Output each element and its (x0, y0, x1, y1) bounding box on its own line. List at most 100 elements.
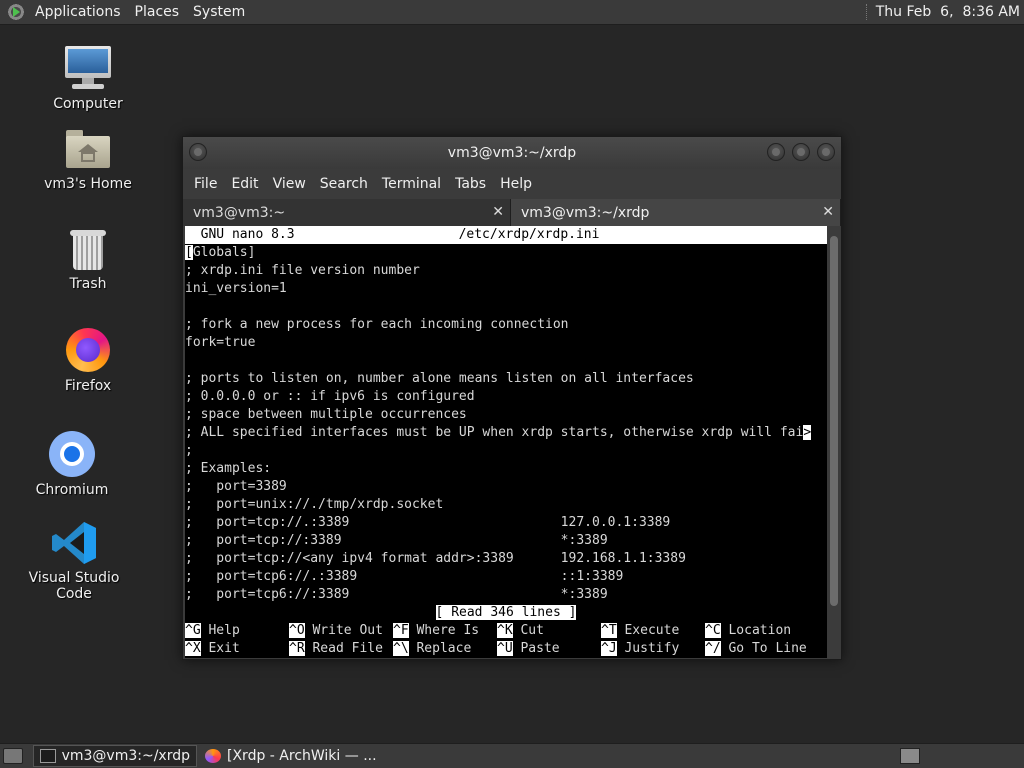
editor-line: ; ports to listen on, number alone means… (185, 370, 827, 388)
editor-line-text: ; fork a new process for each incoming c… (185, 317, 569, 332)
distro-logo-icon[interactable] (6, 2, 26, 22)
firefox-icon (64, 326, 112, 374)
editor-line: [Globals] (185, 244, 827, 262)
editor-line: ; ALL specified interfaces must be UP wh… (185, 424, 827, 442)
bottom-panel: vm3@vm3:~/xrdp [Xrdp - ArchWiki — ... (0, 743, 1024, 768)
shortcut-label: Where Is (416, 623, 480, 638)
nano-filename: /etc/xrdp/xrdp.ini (458, 227, 600, 242)
menu-help[interactable]: Help (493, 176, 539, 192)
shortcut-row: ^G Help ^O Write Out ^F Where Is ^K Cut ^T E… (185, 622, 827, 640)
maximize-button[interactable] (792, 143, 810, 161)
home-folder-icon (64, 128, 112, 172)
editor-line: ; Examples: (185, 460, 827, 478)
tab-label: vm3@vm3:~/xrdp (521, 204, 650, 221)
scrollbar-thumb[interactable] (830, 236, 838, 606)
close-window-button[interactable] (817, 143, 835, 161)
menu-applications[interactable]: Applications (28, 0, 128, 25)
menu-terminal[interactable]: Terminal (375, 176, 448, 192)
editor-line-text: ; port=unix://./tmp/xrdp.socket (185, 497, 444, 512)
tab-label: vm3@vm3:~ (193, 204, 286, 221)
terminal-window: vm3@vm3:~/xrdp File Edit View Search Ter… (182, 136, 842, 660)
shortcut-key: ^/ (705, 641, 721, 656)
menu-view[interactable]: View (266, 176, 313, 192)
tab-bar: vm3@vm3:~ ✕ vm3@vm3:~/xrdp ✕ (183, 199, 841, 226)
editor-line-text: ini_version=1 (185, 281, 287, 296)
shortcut-label: Write Out (312, 623, 383, 638)
vscode-icon (50, 520, 98, 566)
taskbar-item-label: [Xrdp - ArchWiki — ... (227, 748, 377, 764)
nano-header: GNU nano 8.3/etc/xrdp/xrdp.ini (185, 226, 827, 244)
minimize-button[interactable] (767, 143, 785, 161)
editor-line-text: ; 0.0.0.0 or :: if ipv6 is configured (185, 389, 475, 404)
shortcut-label: Paste (520, 641, 560, 656)
workspace-switcher[interactable] (900, 748, 920, 764)
shortcut-key: ^\ (393, 641, 409, 656)
terminal-scrollbar[interactable] (827, 226, 841, 658)
shortcut-label: Help (208, 623, 240, 638)
desktop-icon-label: Computer (53, 96, 123, 112)
taskbar-item-label: vm3@vm3:~/xrdp (61, 748, 190, 764)
menu-tabs[interactable]: Tabs (448, 176, 493, 192)
close-tab-icon[interactable]: ✕ (822, 204, 834, 220)
desktop-icon-label: vm3's Home (44, 176, 132, 192)
menu-file[interactable]: File (187, 176, 224, 192)
menu-edit[interactable]: Edit (224, 176, 265, 192)
desktop-icon-label: Chromium (35, 482, 109, 498)
desktop-icon-chromium[interactable]: Chromium (12, 430, 132, 498)
nano-status: [ Read 346 lines ] (185, 604, 827, 622)
editor-line: ; space between multiple occurrences (185, 406, 827, 424)
shortcut-item: ^\ Replace (393, 640, 497, 658)
desktop-icon-label: Firefox (64, 378, 112, 394)
shortcut-item: ^K Cut (497, 622, 601, 640)
tab-xrdp[interactable]: vm3@vm3:~/xrdp ✕ (511, 199, 841, 226)
trash-icon (68, 228, 108, 272)
terminal-icon (40, 749, 56, 763)
shortcut-item: ^O Write Out (289, 622, 393, 640)
window-titlebar[interactable]: vm3@vm3:~/xrdp (183, 137, 841, 169)
tab-home[interactable]: vm3@vm3:~ ✕ (183, 199, 511, 226)
taskbar-item-terminal[interactable]: vm3@vm3:~/xrdp (33, 745, 197, 767)
shortcut-label: Cut (520, 623, 544, 638)
editor-line-text: ; port=tcp6://.:3389 ::1:3389 (185, 569, 624, 584)
clock[interactable]: Thu Feb 6, 8:36 AM (876, 4, 1024, 20)
shortcut-key: ^K (497, 623, 513, 638)
shortcut-label: Location (728, 623, 792, 638)
desktop-icon-home[interactable]: vm3's Home (28, 128, 148, 192)
desktop-icon-firefox[interactable]: Firefox (28, 326, 148, 394)
editor-line: ini_version=1 (185, 280, 827, 298)
shortcut-label: Read File (312, 641, 383, 656)
shortcut-key: ^X (185, 641, 201, 656)
editor-line-text: ; ports to listen on, number alone means… (185, 371, 694, 386)
close-tab-icon[interactable]: ✕ (492, 204, 504, 220)
terminal-screen[interactable]: GNU nano 8.3/etc/xrdp/xrdp.ini [Globals]… (185, 226, 827, 658)
show-desktop-icon[interactable] (3, 748, 23, 764)
editor-line: ; xrdp.ini file version number (185, 262, 827, 280)
window-menu-button[interactable] (189, 143, 207, 161)
shortcut-item: ^F Where Is (393, 622, 497, 640)
editor-line-text: ; (185, 443, 193, 458)
menu-search[interactable]: Search (313, 176, 375, 192)
desktop-icon-vscode[interactable]: Visual Studio Code (14, 520, 134, 602)
desktop-icon-computer[interactable]: Computer (28, 44, 148, 112)
shortcut-item: ^U Paste (497, 640, 601, 658)
shortcut-item: ^T Execute (601, 622, 705, 640)
text-cursor: [ (185, 245, 193, 260)
editor-line-text: ; port=tcp6://:3389 *:3389 (185, 587, 608, 602)
shortcut-label: Justify (624, 641, 680, 656)
nano-version: GNU nano 8.3 (185, 227, 295, 242)
shortcut-item: ^X Exit (185, 640, 289, 658)
menu-system[interactable]: System (186, 0, 252, 25)
shortcut-item: ^G Help (185, 622, 289, 640)
taskbar-item-firefox[interactable]: [Xrdp - ArchWiki — ... (199, 745, 383, 767)
editor-line-text: ; port=3389 (185, 479, 287, 494)
editor-line-text: Globals] (192, 245, 256, 260)
line-truncation-marker: > (803, 425, 812, 440)
panel-separator (865, 4, 868, 20)
editor-line: ; fork a new process for each incoming c… (185, 316, 827, 334)
editor-line-text: ; ALL specified interfaces must be UP wh… (185, 425, 804, 440)
editor-line: ; port=tcp://.:3389 127.0.0.1:3389 (185, 514, 827, 532)
menu-places[interactable]: Places (128, 0, 187, 25)
desktop-icon-trash[interactable]: Trash (28, 228, 148, 292)
shortcut-key: ^J (601, 641, 617, 656)
